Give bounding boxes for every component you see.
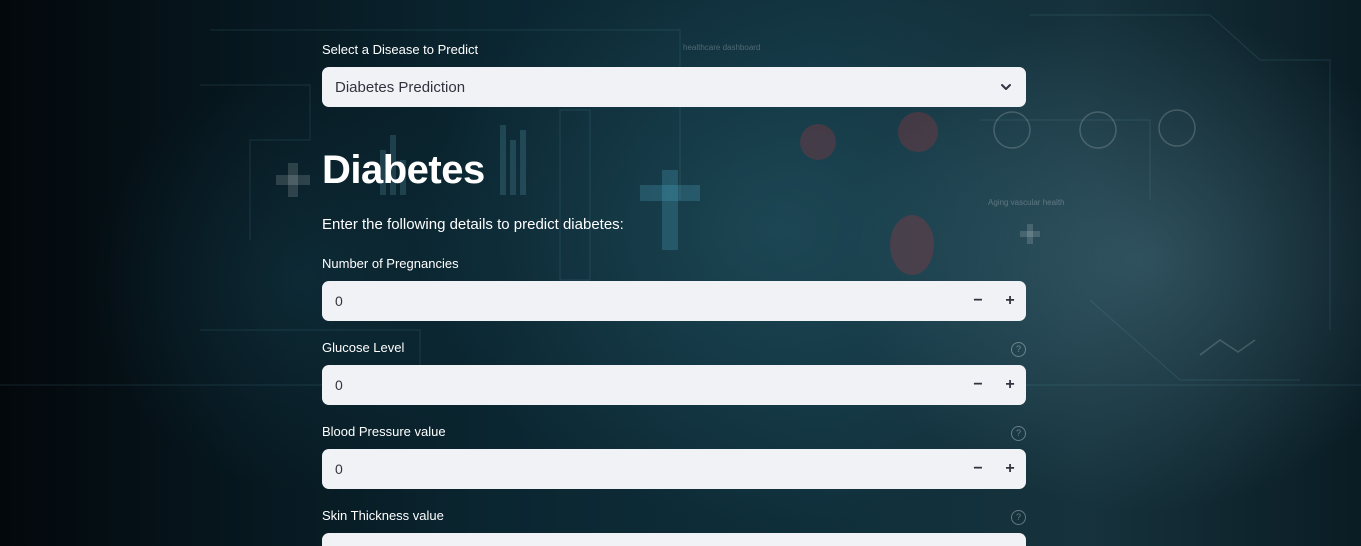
glucose-increment-button[interactable]: + bbox=[994, 365, 1026, 405]
blood-pressure-decrement-button[interactable]: − bbox=[962, 449, 994, 489]
glucose-value[interactable]: 0 bbox=[322, 377, 962, 393]
disease-select-value: Diabetes Prediction bbox=[335, 78, 466, 96]
question-circle-icon[interactable]: ? bbox=[1011, 426, 1026, 441]
skin-thickness-input[interactable] bbox=[322, 533, 1026, 546]
glucose-input[interactable]: 0 − + bbox=[322, 365, 1026, 405]
skin-thickness-label: Skin Thickness value bbox=[322, 508, 444, 523]
pregnancies-input[interactable]: 0 − + bbox=[322, 281, 1026, 321]
page-title: Diabetes bbox=[322, 148, 485, 192]
bg-overlay-text-2: Aging vascular health bbox=[988, 198, 1065, 207]
pregnancies-decrement-button[interactable]: − bbox=[962, 281, 994, 321]
pregnancies-value[interactable]: 0 bbox=[322, 293, 962, 309]
glucose-decrement-button[interactable]: − bbox=[962, 365, 994, 405]
blood-pressure-input[interactable]: 0 − + bbox=[322, 449, 1026, 489]
chevron-down-icon bbox=[1001, 84, 1011, 90]
bg-overlay-text: healthcare dashboard bbox=[683, 43, 760, 52]
page-subtitle: Enter the following details to predict d… bbox=[322, 216, 624, 233]
blood-pressure-label: Blood Pressure value bbox=[322, 424, 446, 439]
glucose-label: Glucose Level bbox=[322, 340, 405, 355]
question-circle-icon[interactable]: ? bbox=[1011, 342, 1026, 357]
question-circle-icon[interactable]: ? bbox=[1011, 510, 1026, 525]
pregnancies-increment-button[interactable]: + bbox=[994, 281, 1026, 321]
blood-pressure-value[interactable]: 0 bbox=[322, 461, 962, 477]
blood-pressure-increment-button[interactable]: + bbox=[994, 449, 1026, 489]
disease-select[interactable]: Diabetes Prediction bbox=[322, 67, 1026, 107]
pregnancies-label: Number of Pregnancies bbox=[322, 256, 459, 271]
disease-select-label: Select a Disease to Predict bbox=[322, 42, 479, 57]
